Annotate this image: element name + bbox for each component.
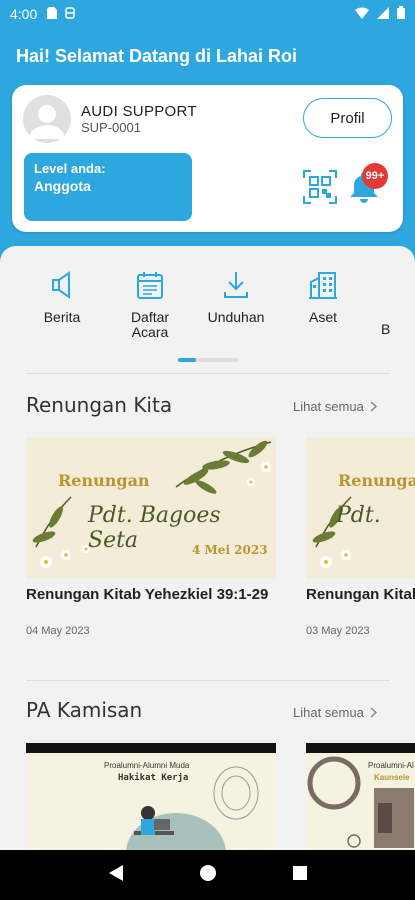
chevron-right-icon — [370, 401, 377, 412]
system-nav-bar — [0, 850, 415, 900]
pa-kamisan-card-image: Proalumni-Al Kaunsele — [306, 743, 415, 850]
card-title: Renungan Kitab 38:1-23 — [306, 586, 415, 603]
card-date: 03 May 2023 — [306, 625, 370, 637]
divider — [26, 373, 390, 374]
home-icon[interactable] — [199, 864, 216, 886]
greeting-title: Hai! Selamat Datang di Lahai Roi — [16, 46, 298, 66]
menu-item-berita[interactable]: Berita — [27, 270, 97, 325]
menu-label: Daftar Acara — [130, 309, 170, 340]
see-all-label: Lihat semua — [293, 705, 364, 720]
main-content: Berita Daftar Acara Unduhan Aset B Renun… — [0, 246, 415, 850]
menu-scroll-indicator — [178, 358, 238, 362]
signal-icon — [377, 6, 389, 22]
level-value: Anggota — [34, 178, 91, 194]
menu-label: Unduhan — [207, 309, 265, 325]
battery-icon — [397, 6, 405, 22]
renungan-card-image: Renungan Pdt. — [306, 437, 415, 579]
avatar[interactable] — [23, 95, 71, 143]
profile-card: AUDI SUPPORT SUP-0001 Profil Level anda:… — [12, 85, 403, 232]
menu-item-aset[interactable]: Aset — [288, 270, 358, 325]
recents-icon[interactable] — [292, 865, 307, 885]
chevron-right-icon — [370, 707, 377, 718]
menu-item-unduhan[interactable]: Unduhan — [201, 270, 271, 325]
profile-button[interactable]: Profil — [303, 98, 392, 138]
menu-label: Aset — [308, 309, 337, 325]
level-box: Level anda: Anggota — [24, 153, 192, 221]
image-subheading: Hakikat Kerja — [118, 773, 189, 783]
image-heading: Renungan — [58, 471, 150, 490]
menu-item-partial[interactable]: B — [360, 270, 415, 337]
wifi-icon — [355, 6, 369, 22]
image-date: 4 Mei 2023 — [192, 543, 268, 557]
image-heading: Renungan — [338, 471, 415, 490]
qr-code-icon[interactable] — [303, 170, 337, 204]
download-icon — [224, 272, 248, 298]
divider — [26, 680, 390, 681]
level-label: Level anda: — [34, 161, 106, 176]
see-all-pa-kamisan-link[interactable]: Lihat semua — [293, 705, 377, 720]
see-all-label: Lihat semua — [293, 399, 364, 414]
menu-item-daftar-acara[interactable]: Daftar Acara — [115, 270, 185, 340]
sim-card-icon — [47, 6, 58, 22]
building-icon — [309, 272, 337, 299]
user-name: AUDI SUPPORT — [81, 103, 197, 120]
menu-label: Berita — [43, 309, 81, 325]
pa-kamisan-card-image: Proalumni-Alumni Muda Hakikat Kerja — [26, 743, 276, 850]
renungan-card-image: Renungan Pdt. Bagoes Seta 4 Mei 2023 — [26, 437, 276, 579]
card-date: 04 May 2023 — [26, 625, 90, 637]
image-subheading: Kaunsele — [374, 773, 410, 782]
section-title-renungan: Renungan Kita — [26, 393, 173, 417]
back-icon[interactable] — [108, 864, 123, 886]
megaphone-icon — [52, 271, 70, 299]
image-heading: Proalumni-Al — [368, 761, 414, 770]
image-heading: Proalumni-Alumni Muda — [104, 761, 190, 770]
notification-badge: 99+ — [362, 163, 388, 189]
calendar-icon — [137, 272, 163, 299]
status-bar: 4:00 — [0, 0, 415, 28]
menu-label: B — [381, 321, 391, 337]
scroll-thumb — [178, 358, 196, 362]
section-title-pa-kamisan: PA Kamisan — [26, 698, 143, 722]
status-time: 4:00 — [10, 6, 38, 22]
image-author: Pdt. — [336, 503, 381, 528]
storage-icon — [65, 6, 75, 22]
user-id: SUP-0001 — [81, 120, 141, 135]
see-all-renungan-link[interactable]: Lihat semua — [293, 399, 377, 414]
card-title: Renungan Kitab Yehezkiel 39:1-29 — [26, 586, 269, 603]
